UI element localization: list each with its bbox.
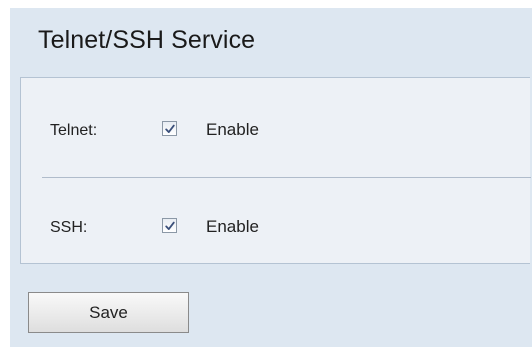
ssh-row: SSH: Enable xyxy=(21,207,530,247)
ssh-enable-label: Enable xyxy=(206,217,259,236)
telnet-enable-label: Enable xyxy=(206,120,259,139)
section-divider xyxy=(42,177,531,178)
checkmark-icon xyxy=(165,221,175,230)
settings-panel: Telnet: Enable SSH: Enable xyxy=(20,77,531,264)
page-title: Telnet/SSH Service xyxy=(38,26,256,54)
telnet-label: Telnet: xyxy=(50,122,98,139)
checkmark-icon xyxy=(165,124,175,133)
telnet-enable-checkbox[interactable] xyxy=(162,121,177,136)
telnet-row: Telnet: Enable xyxy=(21,110,530,150)
save-button[interactable]: Save xyxy=(28,292,189,333)
ssh-enable-checkbox[interactable] xyxy=(162,218,177,233)
ssh-label: SSH: xyxy=(50,219,88,236)
